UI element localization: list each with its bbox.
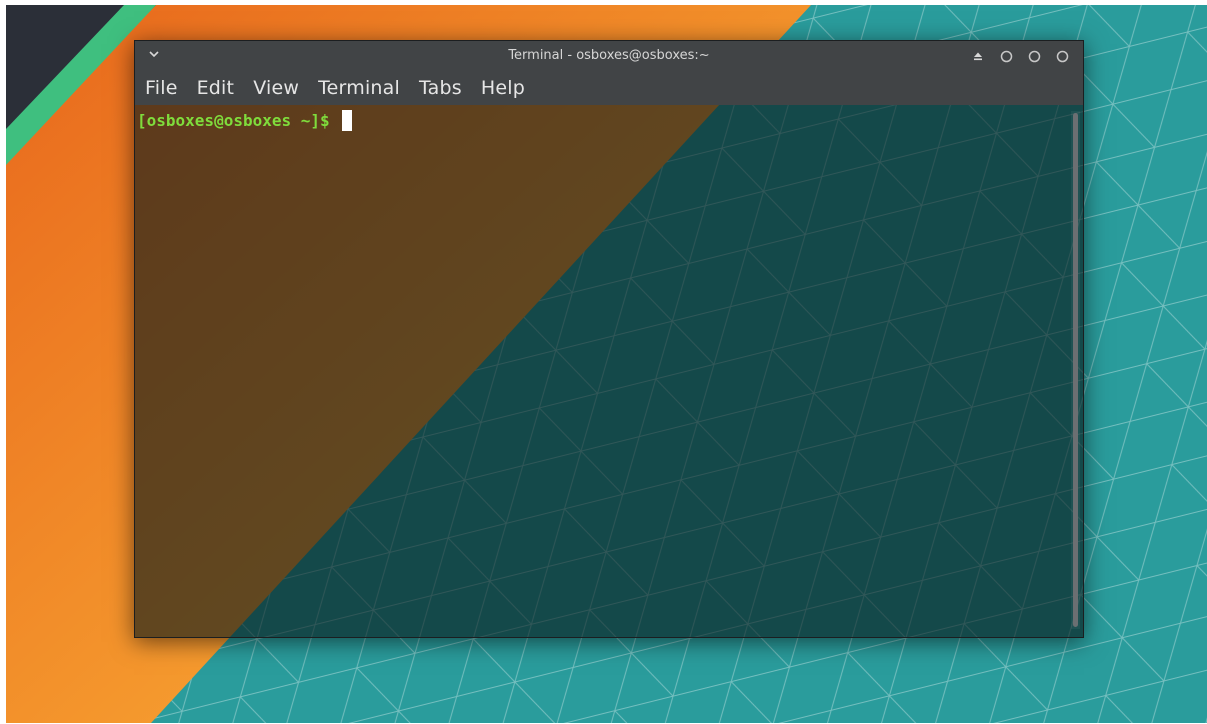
window-controls bbox=[971, 48, 1069, 64]
menu-edit[interactable]: Edit bbox=[197, 77, 235, 99]
keep-above-icon[interactable] bbox=[971, 49, 985, 63]
maximize-icon[interactable] bbox=[1027, 49, 1041, 63]
shell-prompt: [osboxes@osboxes ~]$ bbox=[137, 111, 330, 130]
window-title: Terminal - osboxes@osboxes:~ bbox=[508, 48, 710, 63]
close-icon[interactable] bbox=[1055, 49, 1069, 63]
minimize-icon[interactable] bbox=[999, 49, 1013, 63]
terminal-window: Terminal - osboxes@osboxes:~ File Edit V… bbox=[134, 40, 1084, 638]
menu-terminal[interactable]: Terminal bbox=[318, 77, 400, 99]
text-cursor bbox=[341, 110, 352, 131]
shell-prompt-line: [osboxes@osboxes ~]$ bbox=[137, 110, 352, 131]
vertical-scrollbar[interactable] bbox=[1071, 111, 1080, 629]
menu-file[interactable]: File bbox=[145, 77, 178, 99]
scrollbar-thumb[interactable] bbox=[1073, 113, 1078, 627]
menu-help[interactable]: Help bbox=[481, 77, 525, 99]
menu-view[interactable]: View bbox=[253, 77, 299, 99]
menu-bar: File Edit View Terminal Tabs Help bbox=[135, 71, 1083, 105]
terminal-output-area[interactable]: [osboxes@osboxes ~]$ bbox=[135, 105, 1071, 637]
menu-tabs[interactable]: Tabs bbox=[419, 77, 462, 99]
window-titlebar[interactable]: Terminal - osboxes@osboxes:~ bbox=[135, 41, 1083, 71]
